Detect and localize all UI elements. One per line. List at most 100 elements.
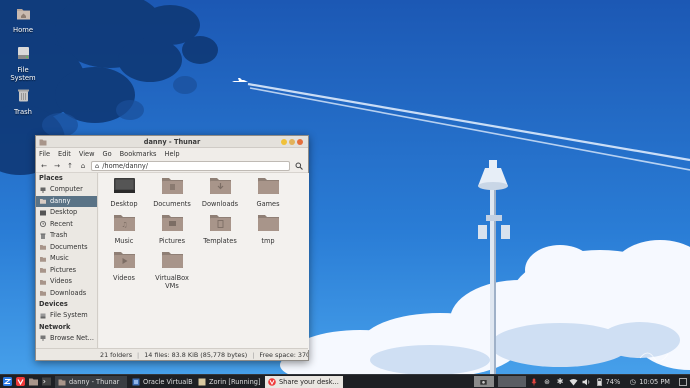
file-item-music[interactable]: ♫ Music <box>101 214 147 245</box>
drive-icon <box>17 47 29 59</box>
desktop-icon-label: File System <box>10 65 36 83</box>
file-item-templates[interactable]: Templates <box>197 214 243 245</box>
menu-bar: File Edit View Go Bookmarks Help <box>36 148 308 159</box>
music-folder-icon: ♫ <box>113 215 135 231</box>
file-item-pictures[interactable]: Pictures <box>149 214 195 245</box>
status-free-space: Free space: 370... <box>259 350 308 359</box>
sidebar-item-downloads[interactable]: Downloads <box>36 288 97 300</box>
task-virtualbox[interactable]: Oracle VirtualBo... <box>129 376 193 388</box>
desktop-icon-trash[interactable]: Trash <box>0 88 46 116</box>
folder-icon <box>40 256 46 262</box>
file-item-label: Pictures <box>158 236 186 245</box>
sidebar-item-danny[interactable]: danny <box>36 195 97 207</box>
file-item-desktop[interactable]: Desktop <box>101 177 147 208</box>
menu-help[interactable]: Help <box>164 150 179 158</box>
maximize-button[interactable] <box>289 139 295 145</box>
status-files: 14 files: 83.8 KiB (85,778 bytes) <box>144 350 248 359</box>
desktop-icon-label: Home <box>12 25 34 34</box>
close-button[interactable] <box>297 139 303 145</box>
desktop-icon-file-system[interactable]: File System <box>0 46 46 83</box>
clock[interactable]: 10:05 PM <box>639 378 670 386</box>
tray-blank-icon <box>497 376 526 387</box>
file-item-label: Downloads <box>201 199 239 208</box>
virtualbox-icon <box>132 378 140 385</box>
window-titlebar[interactable]: danny - Thunar <box>36 136 308 148</box>
thunar-window[interactable]: danny - Thunar File Edit View Go Bookmar… <box>35 135 309 361</box>
menu-view[interactable]: View <box>79 150 95 158</box>
sidebar: Places Computer danny Desktop Recent Tra… <box>36 173 98 350</box>
minimize-button[interactable] <box>281 139 287 145</box>
svg-text:♫: ♫ <box>121 221 127 229</box>
file-item-label: tmp <box>261 236 275 245</box>
forward-arrow-icon[interactable]: → <box>52 161 62 171</box>
search-icon[interactable] <box>293 161 305 171</box>
menu-edit[interactable]: Edit <box>58 150 71 158</box>
drive-icon <box>40 313 46 319</box>
window-title: danny - Thunar <box>143 138 201 146</box>
desktop-icon-home[interactable]: Home <box>0 6 46 34</box>
show-desktop-icon[interactable] <box>678 377 687 386</box>
file-view[interactable]: Desktop Documents Downloads Games ♫ Musi… <box>99 173 309 350</box>
terminal-launcher-icon[interactable] <box>42 377 51 386</box>
file-item-documents[interactable]: Documents <box>149 177 195 208</box>
sidebar-header-network: Network <box>39 322 71 331</box>
sidebar-item-browse-network[interactable]: Browse Net... <box>36 333 97 345</box>
file-item-label: Music <box>114 236 134 245</box>
sidebar-item-file-system[interactable]: File System <box>36 310 97 322</box>
file-item-label: Games <box>256 199 280 208</box>
sidebar-item-recent[interactable]: Recent <box>36 219 97 231</box>
up-arrow-icon[interactable]: ↑ <box>65 161 75 171</box>
task-vivaldi[interactable]: Share your desk... <box>265 375 343 388</box>
file-item-downloads[interactable]: Downloads <box>197 177 243 208</box>
desktop-folder-icon <box>113 178 135 193</box>
pictures-folder-icon <box>161 215 183 231</box>
files-launcher-icon[interactable] <box>29 377 38 386</box>
file-item-label: Videos <box>113 273 135 282</box>
sidebar-item-videos[interactable]: Videos <box>36 276 97 288</box>
folder-icon <box>40 245 46 250</box>
volume-icon[interactable] <box>582 377 591 386</box>
sidebar-item-pictures[interactable]: Pictures <box>36 265 97 277</box>
home-icon[interactable]: ⌂ <box>78 161 88 171</box>
bluetooth-icon[interactable]: ⊛ <box>543 377 552 386</box>
vivaldi-launcher-icon[interactable] <box>16 377 25 386</box>
menu-file[interactable]: File <box>39 150 50 158</box>
file-item-label: Templates <box>203 236 237 245</box>
sidebar-item-desktop[interactable]: Desktop <box>36 207 97 219</box>
asterisk-icon[interactable]: ✱ <box>556 377 565 386</box>
menu-bookmarks[interactable]: Bookmarks <box>120 150 157 158</box>
zorin-menu-icon[interactable] <box>3 377 12 386</box>
sidebar-item-computer[interactable]: Computer <box>36 184 97 196</box>
task-thunar[interactable]: danny - Thunar <box>55 375 127 388</box>
status-separator: | <box>252 350 255 359</box>
file-item-videos[interactable]: Videos <box>101 251 147 282</box>
file-item-virtualbox-vms[interactable]: VirtualBox VMs <box>149 251 195 291</box>
back-arrow-icon[interactable]: ← <box>39 161 49 171</box>
location-bar[interactable]: ⌂ /home/danny/ <box>91 160 290 171</box>
battery-icon[interactable] <box>595 377 604 386</box>
battery-percent: 74% <box>605 377 621 386</box>
thunar-app-icon <box>58 379 66 385</box>
trash-icon <box>40 233 46 239</box>
file-item-games[interactable]: Games <box>245 177 291 208</box>
folder-icon <box>40 268 46 273</box>
task-zorin-vm[interactable]: Zorin [Running] ... <box>195 376 263 388</box>
microphone-icon[interactable] <box>530 377 539 386</box>
templates-folder-icon <box>209 215 231 231</box>
downloads-folder-icon <box>209 178 231 194</box>
sidebar-item-documents[interactable]: Documents <box>36 242 97 254</box>
sidebar-header-devices: Devices <box>39 300 68 308</box>
desktop-icon-label: Trash <box>14 107 32 116</box>
menu-go[interactable]: Go <box>102 150 111 158</box>
wifi-icon[interactable] <box>569 377 578 386</box>
clock-icon: ◷ <box>629 377 636 386</box>
file-item-label: Documents <box>153 199 191 208</box>
sidebar-item-music[interactable]: Music <box>36 253 97 265</box>
sidebar-item-trash[interactable]: Trash <box>36 230 97 242</box>
status-bar: 21 folders | 14 files: 83.8 KiB (85,778 … <box>36 348 308 360</box>
home-folder-icon <box>16 9 30 20</box>
zorin-vm-icon <box>198 378 206 385</box>
file-item-tmp[interactable]: tmp <box>245 214 291 245</box>
screenshot-tray-icon[interactable] <box>473 376 494 387</box>
folder-icon <box>161 252 183 268</box>
